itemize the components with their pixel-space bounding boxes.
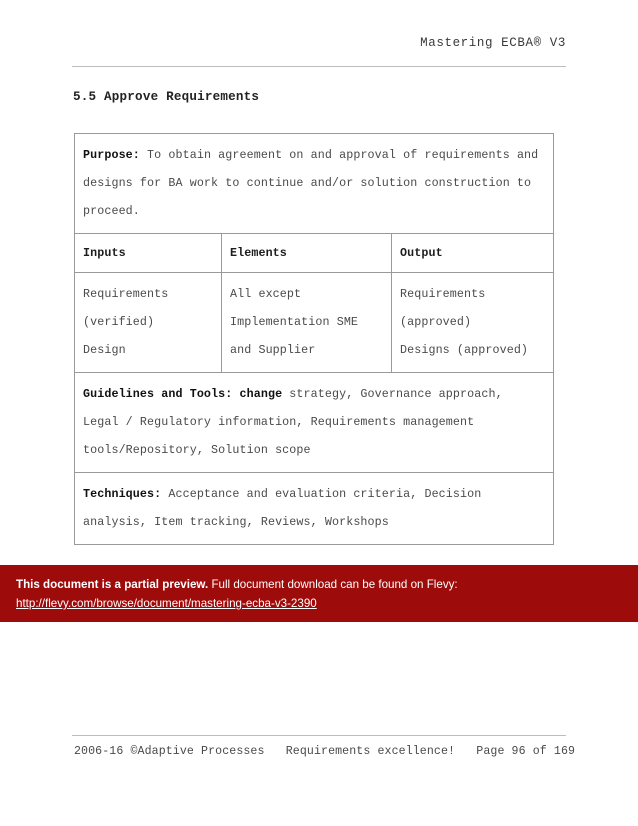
column-header-elements: Elements [221, 233, 392, 273]
table-row: Requirements (verified) Design All excep… [74, 272, 554, 373]
header-divider [72, 66, 566, 67]
column-header-output: Output [391, 233, 554, 273]
banner-rest-text: Full document download can be found on F… [208, 578, 458, 591]
output-line: Requirements [400, 287, 486, 301]
page-footer: 2006-16 ©Adaptive Processes Requirements… [74, 745, 576, 758]
inputs-line: Design [83, 343, 126, 357]
inputs-line: Requirements [83, 287, 169, 301]
document-page: Mastering ECBA® V3 5.5 Approve Requireme… [0, 0, 638, 826]
output-line: (approved) [400, 315, 472, 329]
output-cell: Requirements (approved) Designs (approve… [391, 272, 554, 373]
elements-cell: All except Implementation SME and Suppli… [221, 272, 392, 373]
techniques-label: Techniques: [83, 487, 162, 501]
inputs-line: (verified) [83, 315, 155, 329]
purpose-text: To obtain agreement on and approval of r… [83, 148, 539, 218]
inputs-cell: Requirements (verified) Design [74, 272, 222, 373]
banner-download-link[interactable]: http://flevy.com/browse/document/masteri… [16, 597, 317, 610]
page-title: 5.5 Approve Requirements [73, 90, 260, 104]
footer-divider [72, 735, 566, 736]
table-row-purpose: Purpose: To obtain agreement on and appr… [74, 133, 554, 234]
purpose-label: Purpose: [83, 148, 140, 162]
partial-preview-banner: This document is a partial preview. Full… [0, 565, 638, 622]
output-line: Designs (approved) [400, 343, 529, 357]
column-header-inputs: Inputs [74, 233, 222, 273]
elements-line: Implementation SME [230, 315, 359, 329]
page-header-title: Mastering ECBA® V3 [420, 36, 566, 50]
table-row-techniques: Techniques: Acceptance and evaluation cr… [74, 472, 554, 545]
guidelines-label: Guidelines and Tools: change [83, 387, 283, 401]
table-header-row: Inputs Elements Output [74, 233, 554, 273]
banner-strong-text: This document is a partial preview. [16, 578, 209, 591]
elements-line: and Supplier [230, 343, 316, 357]
banner-message: This document is a partial preview. Full… [16, 578, 458, 591]
table-row-guidelines: Guidelines and Tools: change strategy, G… [74, 372, 554, 473]
techniques-cell: Techniques: Acceptance and evaluation cr… [74, 472, 554, 545]
guidelines-cell: Guidelines and Tools: change strategy, G… [74, 372, 554, 473]
elements-line: All except [230, 287, 302, 301]
purpose-cell: Purpose: To obtain agreement on and appr… [74, 133, 554, 234]
task-definition-table: Purpose: To obtain agreement on and appr… [74, 133, 554, 545]
